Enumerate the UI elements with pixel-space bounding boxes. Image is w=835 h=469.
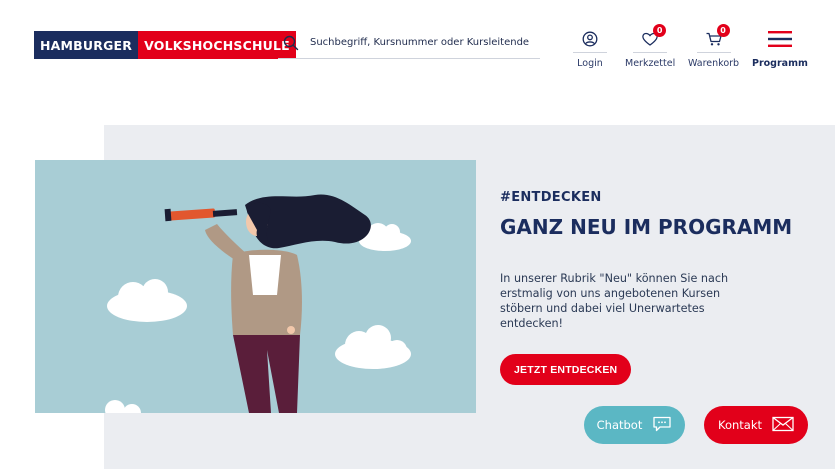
logo-text-hamburger: HAMBURGER — [34, 31, 139, 59]
nav-divider — [573, 52, 607, 53]
hero-illustration — [35, 160, 476, 413]
nav-merkzettel[interactable]: 0 Merkzettel — [625, 24, 676, 70]
hero-description: In unserer Rubrik "Neu" können Sie nach … — [500, 272, 729, 330]
site-logo[interactable]: HAMBURGER VOLKSHOCHSCHULE — [34, 31, 296, 59]
nav-login[interactable]: Login — [570, 28, 610, 70]
kontakt-button[interactable]: Kontakt — [704, 406, 808, 444]
search-input[interactable]: Suchbegriff, Kursnummer oder Kursleitend… — [310, 37, 529, 48]
nav-divider — [696, 52, 731, 53]
arm-shape — [205, 224, 247, 260]
cloud-shape — [335, 325, 411, 369]
cloud-shape — [107, 279, 187, 322]
trousers-shape — [233, 335, 300, 413]
nav-label-merkzettel: Merkzettel — [625, 58, 676, 69]
search-icon[interactable] — [278, 30, 304, 56]
nav-label-warenkorb: Warenkorb — [688, 58, 740, 69]
hero-tag: #ENTDECKEN — [500, 190, 602, 205]
cloud-shape — [105, 400, 141, 413]
chatbot-button[interactable]: Chatbot — [584, 406, 685, 444]
telescope-shape — [164, 208, 238, 222]
menu-icon — [760, 28, 800, 50]
logo-text-volkshochschule: VOLKSHOCHSCHULE — [138, 31, 296, 59]
heart-icon: 0 — [630, 24, 670, 50]
jetzt-entdecken-button[interactable]: JETZT ENTDECKEN — [500, 354, 632, 385]
nav-programm[interactable]: Programm — [752, 28, 808, 70]
cart-icon: 0 — [694, 24, 734, 50]
warenkorb-count-badge: 0 — [716, 24, 730, 37]
nav-label-programm: Programm — [752, 58, 808, 69]
kontakt-label: Kontakt — [717, 418, 763, 432]
hero-headline: GANZ NEU IM PROGRAMM — [500, 215, 793, 239]
user-icon — [570, 28, 610, 50]
chat-bubble-icon — [652, 416, 672, 435]
merkzettel-count-badge: 0 — [653, 24, 667, 37]
mail-icon — [772, 416, 794, 435]
chatbot-label: Chatbot — [596, 418, 643, 432]
nav-divider — [633, 52, 668, 53]
nav-warenkorb[interactable]: 0 Warenkorb — [688, 24, 740, 70]
search-bar[interactable]: Suchbegriff, Kursnummer oder Kursleitend… — [278, 27, 540, 59]
nav-label-login: Login — [577, 58, 603, 69]
shirt-shape — [249, 255, 281, 295]
